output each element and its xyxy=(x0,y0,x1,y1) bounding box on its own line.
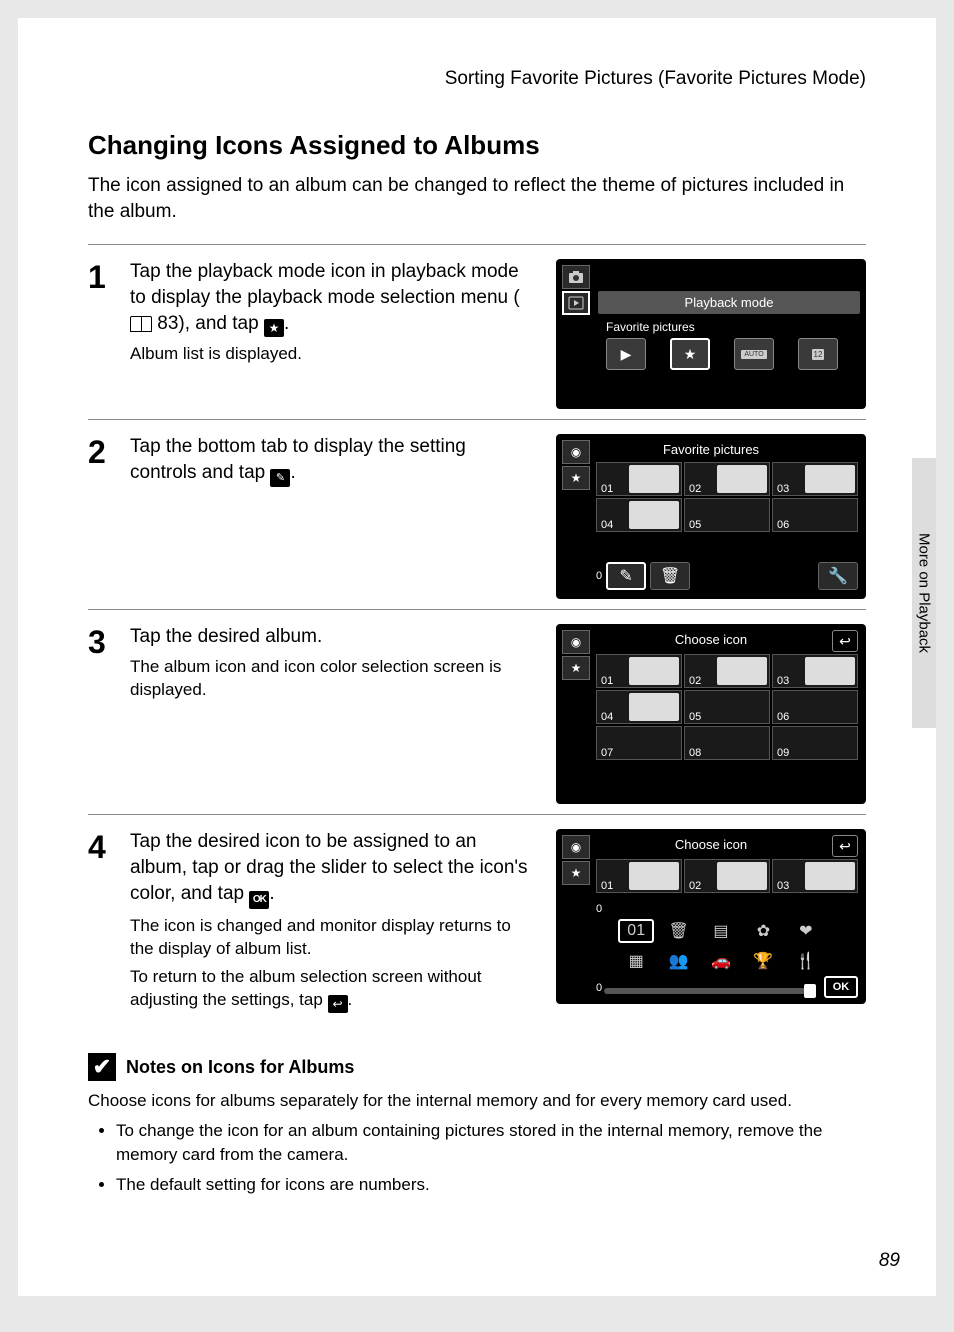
film-icon: ▦ xyxy=(618,949,654,973)
section-tab: More on Playback xyxy=(912,458,936,728)
people-icon: 👥 xyxy=(660,949,696,973)
notes-intro: Choose icons for albums separately for t… xyxy=(88,1091,866,1111)
step-1: 1 Tap the playback mode icon in playback… xyxy=(88,244,866,419)
check-icon: ✔ xyxy=(88,1053,116,1081)
camera-icon: ◉ xyxy=(562,630,590,654)
step-number: 1 xyxy=(88,259,118,409)
color-slider xyxy=(604,988,814,994)
notes-item: The default setting for icons are number… xyxy=(116,1173,866,1197)
album-cell: 05 xyxy=(684,498,770,532)
play-mode-icon: ▶ xyxy=(606,338,646,370)
album-cell: 02 xyxy=(684,859,770,893)
album-cell: 06 xyxy=(772,498,858,532)
page-title: Changing Icons Assigned to Albums xyxy=(88,130,866,161)
wrench-button: 🔧 xyxy=(818,562,858,590)
album-cell: 04 xyxy=(596,690,682,724)
star-tab-icon: ★ xyxy=(562,656,590,680)
step2-screen: ◉ ★ Favorite pictures 01 02 03 04 05 06 … xyxy=(556,434,866,599)
step3-note: The album icon and icon color selection … xyxy=(130,656,536,702)
album-cell: 03 xyxy=(772,654,858,688)
screen4-title: Choose icon xyxy=(596,837,826,852)
camera-icon: ◉ xyxy=(562,835,590,859)
image-icon: ▤ xyxy=(703,919,739,943)
book-icon xyxy=(130,316,152,332)
album-cell: 09 xyxy=(772,726,858,760)
album-cell: 05 xyxy=(684,690,770,724)
page-number: 89 xyxy=(879,1250,900,1272)
step4-text-a: Tap the desired icon to be assigned to a… xyxy=(130,831,528,903)
step1-text-a: Tap the playback mode icon in playback m… xyxy=(130,261,520,308)
calendar-icon: 12 xyxy=(798,338,838,370)
number-icon: 01 xyxy=(618,919,654,943)
step2-text-a: Tap the bottom tab to display the settin… xyxy=(130,436,466,483)
album-cell: 03 xyxy=(772,462,858,496)
back-icon: ↩ xyxy=(832,835,858,857)
album-cell: 01 xyxy=(596,654,682,688)
album-cell: 08 xyxy=(684,726,770,760)
edit-button: ✎ xyxy=(606,562,646,590)
album-cell: 02 xyxy=(684,654,770,688)
step-number: 4 xyxy=(88,829,118,1013)
row-label: 0 xyxy=(596,903,602,915)
step-number: 2 xyxy=(88,434,118,599)
album-cell: 01 xyxy=(596,462,682,496)
step-3: 3 Tap the desired album. The album icon … xyxy=(88,609,866,814)
step4-note-b: To return to the album selection screen … xyxy=(130,967,482,1009)
notes-title: Notes on Icons for Albums xyxy=(126,1057,354,1078)
album-cell: 02 xyxy=(684,462,770,496)
back-icon: ↩ xyxy=(832,630,858,652)
back-icon: ↩ xyxy=(328,995,348,1013)
slider-handle xyxy=(804,984,816,998)
step-number: 3 xyxy=(88,624,118,804)
ok-button: OK xyxy=(824,976,858,998)
ok-icon: OK xyxy=(249,891,269,909)
album-cell: 04 xyxy=(596,498,682,532)
album-cell: 06 xyxy=(772,690,858,724)
star-tab-icon: ★ xyxy=(562,466,590,490)
step1-ref: 83), and tap xyxy=(152,313,264,334)
album-cell: 01 xyxy=(596,859,682,893)
heart-icon: ❤ xyxy=(788,919,824,943)
screen3-title: Choose icon xyxy=(596,632,826,647)
trash-icon: 🗑 xyxy=(660,919,696,943)
favorites-icon: ★ xyxy=(670,338,710,370)
step4-note-a: The icon is changed and monitor display … xyxy=(130,915,536,961)
fork-icon: 🍴 xyxy=(788,949,824,973)
step-4: 4 Tap the desired icon to be assigned to… xyxy=(88,814,866,1023)
bottom-label: 0 xyxy=(596,570,602,582)
flower-icon: ✿ xyxy=(745,919,781,943)
camera-icon xyxy=(562,265,590,289)
breadcrumb: Sorting Favorite Pictures (Favorite Pict… xyxy=(88,68,866,90)
step1-screen: Playback mode Favorite pictures ▶ ★ AUTO… xyxy=(556,259,866,409)
step2-text-b: . xyxy=(290,462,295,483)
notes-section: ✔ Notes on Icons for Albums Choose icons… xyxy=(88,1053,866,1196)
screen2-title: Favorite pictures xyxy=(596,442,826,457)
album-cell: 03 xyxy=(772,859,858,893)
intro-text: The icon assigned to an album can be cha… xyxy=(88,173,866,224)
star-tab-icon: ★ xyxy=(562,861,590,885)
step4-screen: ◉ ★ Choose icon ↩ 01 02 03 0 01 🗑 ▤ ✿ ❤ xyxy=(556,829,866,1004)
trophy-icon: 🏆 xyxy=(745,949,781,973)
step3-text-a: Tap the desired album. xyxy=(130,626,322,647)
edit-icon: ✎ xyxy=(270,469,290,487)
play-icon xyxy=(562,291,590,315)
camera-icon: ◉ xyxy=(562,440,590,464)
screen1-subtitle: Favorite pictures xyxy=(606,320,860,334)
step4-text-b: . xyxy=(269,883,274,904)
slider-label: 0 xyxy=(596,982,602,994)
step1-text-b: . xyxy=(284,313,289,334)
star-icon: ★ xyxy=(264,319,284,337)
step1-note: Album list is displayed. xyxy=(130,343,536,366)
step-2: 2 Tap the bottom tab to display the sett… xyxy=(88,419,866,609)
step4-note-c: . xyxy=(348,990,353,1009)
auto-sort-icon: AUTO xyxy=(734,338,774,370)
album-cell: 07 xyxy=(596,726,682,760)
notes-item: To change the icon for an album containi… xyxy=(116,1119,866,1167)
screen1-title: Playback mode xyxy=(598,291,860,314)
car-icon: 🚗 xyxy=(703,949,739,973)
trash-button: 🗑 xyxy=(650,562,690,590)
step3-screen: ◉ ★ Choose icon ↩ 01 02 03 04 05 06 07 0… xyxy=(556,624,866,804)
